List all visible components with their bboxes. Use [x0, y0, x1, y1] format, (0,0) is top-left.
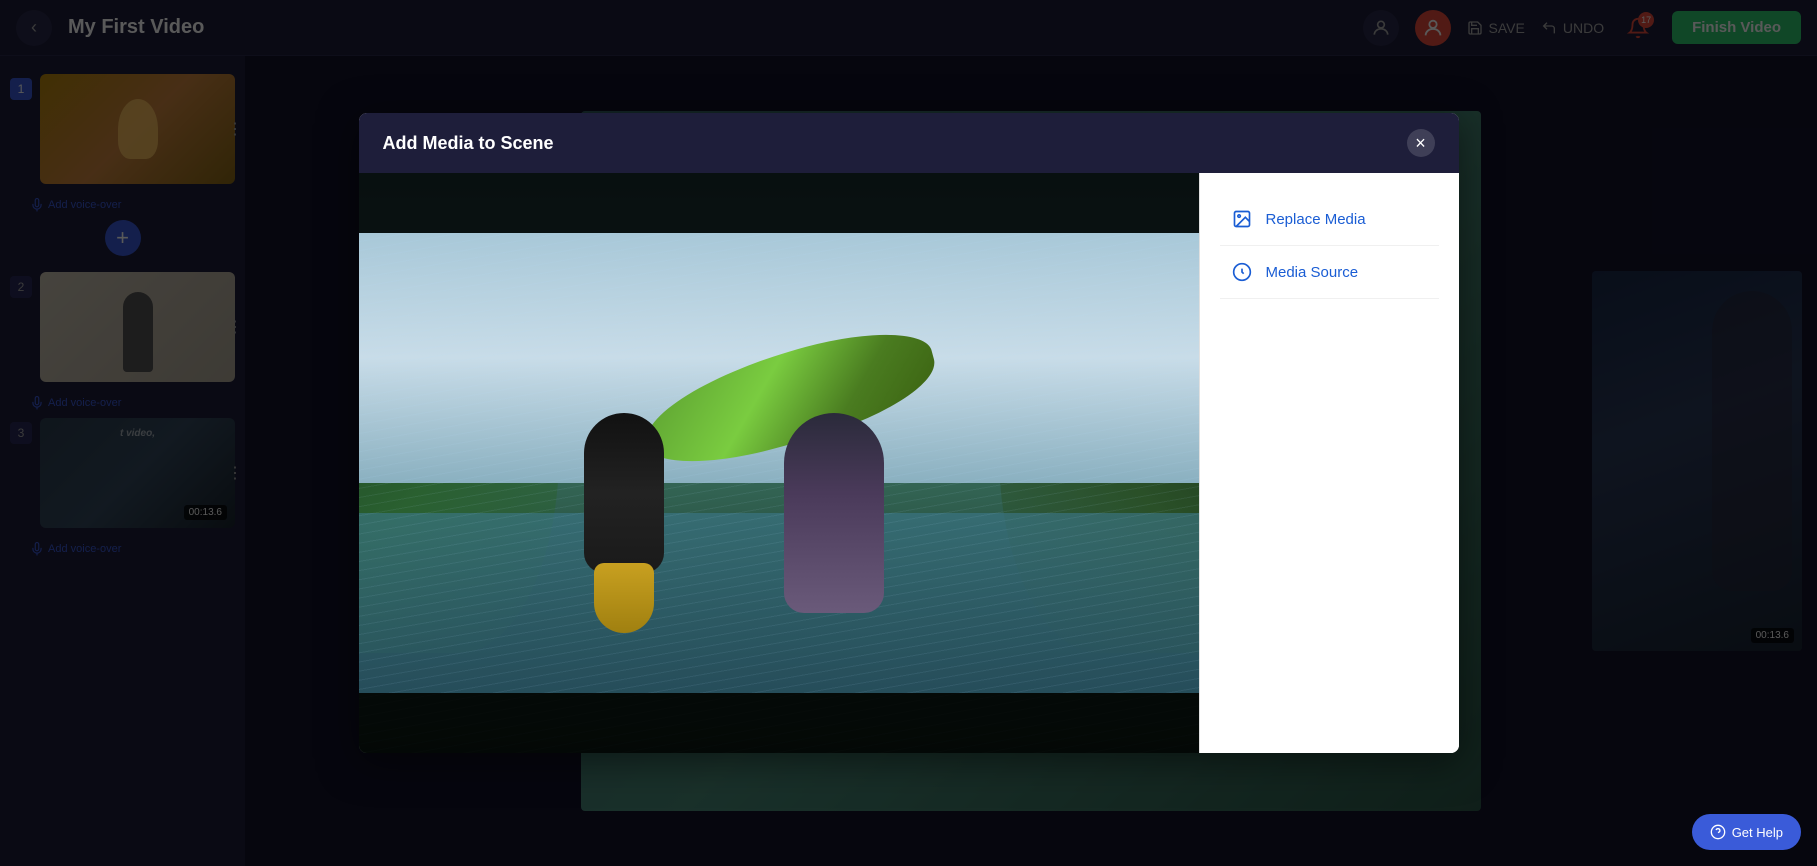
figure-left-container	[559, 413, 689, 633]
media-source-option[interactable]: Media Source	[1220, 246, 1439, 299]
media-source-icon	[1230, 260, 1254, 284]
add-media-modal: Add Media to Scene ×	[359, 113, 1459, 753]
figure-right-container	[759, 413, 909, 653]
modal-preview-area	[359, 173, 1199, 753]
jungle-dark-bottom	[359, 693, 1199, 753]
get-help-label: Get Help	[1732, 825, 1783, 840]
modal-header: Add Media to Scene ×	[359, 113, 1459, 173]
image-icon	[1232, 209, 1252, 229]
replace-media-icon	[1230, 207, 1254, 231]
media-source-label: Media Source	[1266, 264, 1359, 281]
replace-media-option[interactable]: Replace Media	[1220, 193, 1439, 246]
basket	[594, 563, 654, 633]
modal-overlay[interactable]: Add Media to Scene ×	[0, 0, 1817, 866]
jungle-dark-top	[359, 173, 1199, 233]
get-help-button[interactable]: Get Help	[1692, 814, 1801, 850]
replace-media-label: Replace Media	[1266, 211, 1366, 228]
modal-close-button[interactable]: ×	[1407, 129, 1435, 157]
figure-right-body	[784, 413, 884, 613]
modal-body: Replace Media Media Source	[359, 173, 1459, 753]
modal-title: Add Media to Scene	[383, 133, 554, 154]
modal-options-sidebar: Replace Media Media Source	[1199, 173, 1459, 753]
help-icon	[1710, 824, 1726, 840]
circle-icon	[1232, 262, 1252, 282]
figure-left-body	[584, 413, 664, 573]
jungle-scene	[359, 173, 1199, 753]
